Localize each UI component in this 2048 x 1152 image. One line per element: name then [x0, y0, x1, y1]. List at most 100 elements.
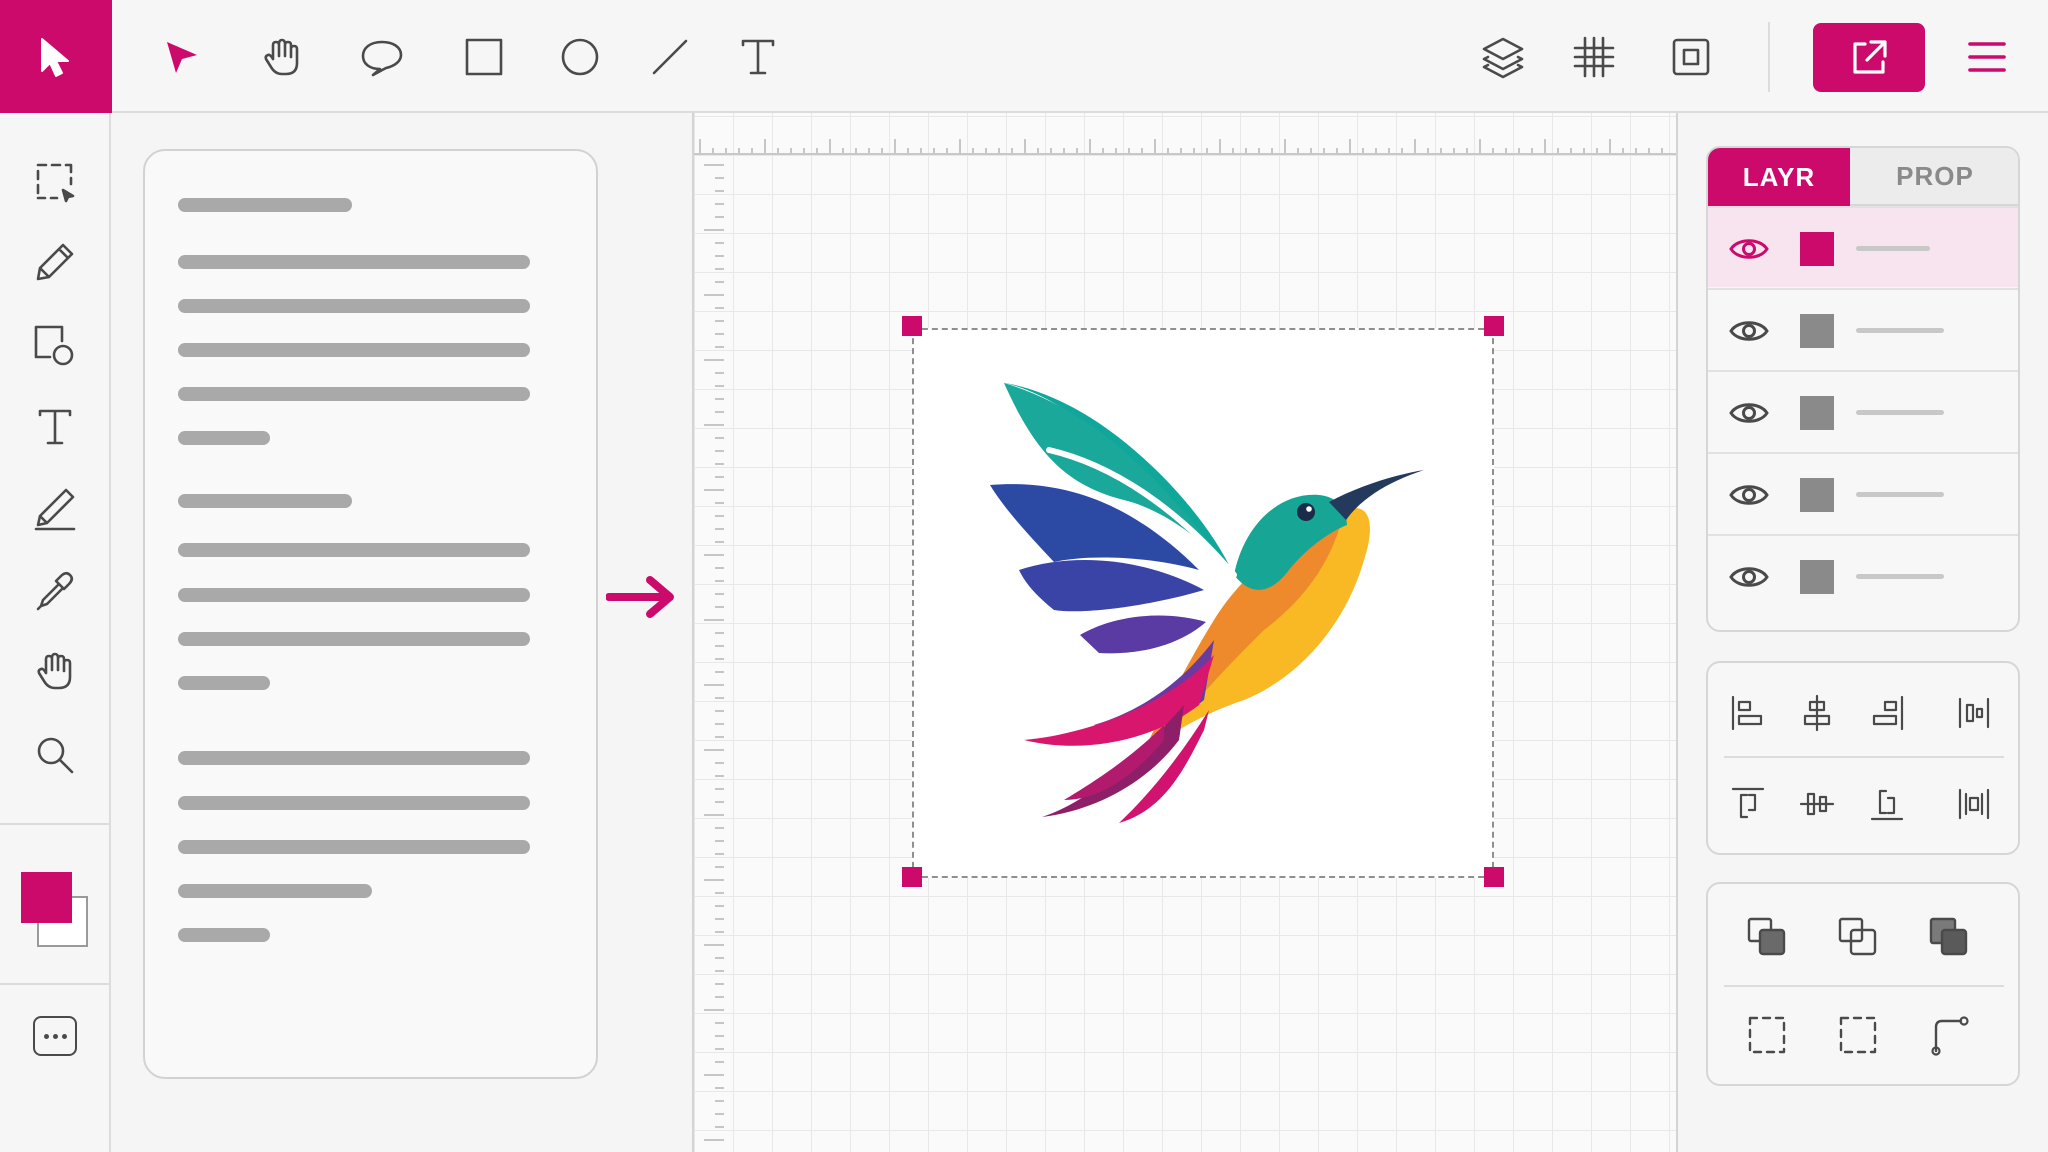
- align-bottom-icon: [1870, 789, 1904, 821]
- layer-thumbnail: [1800, 314, 1834, 348]
- text-line-placeholder: [178, 796, 530, 810]
- layer-row[interactable]: [1708, 206, 2018, 287]
- group-button[interactable]: [1744, 1012, 1790, 1058]
- layer-row[interactable]: [1708, 534, 2018, 615]
- left-toolbar: [0, 113, 111, 1152]
- frame-icon: [1672, 38, 1710, 76]
- align-left-button[interactable]: [1725, 690, 1771, 736]
- path-edit-button[interactable]: [1926, 1012, 1972, 1058]
- align-center-icon: [1803, 694, 1831, 732]
- eye-icon[interactable]: [1728, 396, 1770, 430]
- lasso-tool-button[interactable]: [355, 30, 409, 84]
- resize-handle-top-right[interactable]: [1484, 316, 1504, 336]
- align-right-icon: [1872, 695, 1904, 731]
- layer-name-placeholder: [1856, 574, 1944, 579]
- eye-icon[interactable]: [1728, 314, 1770, 348]
- text-line-placeholder: [178, 632, 530, 646]
- layer-row[interactable]: [1708, 370, 2018, 451]
- text-content-panel: [143, 149, 598, 1079]
- tab-properties[interactable]: PROP: [1850, 148, 2018, 206]
- align-right-button[interactable]: [1864, 690, 1910, 736]
- selected-artboard[interactable]: [912, 328, 1494, 878]
- tab-layers[interactable]: LAYR: [1708, 148, 1850, 206]
- union-button[interactable]: [1744, 914, 1790, 960]
- layer-thumbnail: [1800, 396, 1834, 430]
- external-link-icon: [1853, 39, 1887, 74]
- text-tool-button[interactable]: [731, 30, 785, 84]
- select-mode-button[interactable]: [0, 0, 112, 113]
- toolbar-divider: [0, 983, 111, 985]
- dashed-square-icon: [1839, 1016, 1877, 1054]
- shapes-icon: [34, 325, 74, 366]
- layers-icon: [1482, 37, 1524, 79]
- shapes-tool[interactable]: [27, 318, 83, 374]
- hand-tool[interactable]: [27, 643, 83, 699]
- text-line-placeholder: [178, 198, 352, 212]
- pencil-icon: [34, 488, 76, 531]
- resize-handle-bottom-left[interactable]: [902, 867, 922, 887]
- ellipse-tool-button[interactable]: [553, 30, 607, 84]
- intersect-button[interactable]: [1835, 914, 1881, 960]
- distribute-horizontal-button[interactable]: [1951, 690, 1997, 736]
- align-middle-vertical-button[interactable]: [1794, 781, 1840, 827]
- layer-name-placeholder: [1856, 328, 1944, 333]
- subtract-icon: [1929, 917, 1968, 956]
- align-middle-icon: [1799, 792, 1835, 816]
- grid-icon: [1573, 36, 1615, 78]
- text-icon: [38, 409, 72, 445]
- layer-thumbnail: [1800, 478, 1834, 512]
- text-line-placeholder: [178, 431, 270, 445]
- pointer-tool-button[interactable]: [154, 30, 208, 84]
- intersect-icon: [1838, 917, 1877, 956]
- distribute-vertical-icon: [1958, 788, 1990, 820]
- hamburger-menu-icon: [1968, 42, 2006, 72]
- align-bottom-button[interactable]: [1864, 781, 1910, 827]
- text-line-placeholder: [178, 299, 530, 313]
- line-tool-button[interactable]: [643, 30, 697, 84]
- magnifier-icon: [37, 737, 74, 774]
- distribute-vertical-button[interactable]: [1951, 781, 1997, 827]
- marquee-select-tool[interactable]: [27, 154, 83, 210]
- text-tool[interactable]: [27, 399, 83, 455]
- layer-thumbnail: [1800, 232, 1834, 266]
- rectangle-tool-button[interactable]: [457, 30, 511, 84]
- grid-view-button[interactable]: [1567, 30, 1621, 84]
- fill-color-swatch[interactable]: [21, 872, 72, 923]
- resize-handle-bottom-right[interactable]: [1484, 867, 1504, 887]
- text-line-placeholder: [178, 884, 372, 898]
- line-icon: [652, 39, 688, 75]
- layer-row[interactable]: [1708, 288, 2018, 369]
- panel-divider: [1724, 756, 2004, 758]
- align-panel: [1706, 661, 2020, 855]
- eye-icon[interactable]: [1728, 478, 1770, 512]
- layer-name-placeholder: [1856, 246, 1930, 251]
- frame-view-button[interactable]: [1664, 30, 1718, 84]
- layer-row[interactable]: [1708, 452, 2018, 533]
- eyedropper-tool[interactable]: [27, 562, 83, 618]
- text-line-placeholder: [178, 840, 530, 854]
- panel-divider: [1724, 985, 2004, 987]
- pen-tool[interactable]: [27, 234, 83, 290]
- resize-handle-top-left[interactable]: [902, 316, 922, 336]
- more-tools-button[interactable]: [33, 1016, 77, 1056]
- text-line-placeholder: [178, 588, 530, 602]
- align-top-button[interactable]: [1725, 781, 1771, 827]
- ungroup-button[interactable]: [1835, 1012, 1881, 1058]
- align-center-horizontal-button[interactable]: [1794, 690, 1840, 736]
- subtract-button[interactable]: [1926, 914, 1972, 960]
- main-menu-button[interactable]: [1962, 30, 2012, 84]
- text-icon: [741, 39, 775, 75]
- cursor-arrow-icon: [41, 37, 69, 77]
- hummingbird-illustration: [990, 383, 1424, 823]
- export-button[interactable]: [1813, 23, 1925, 92]
- layer-name-placeholder: [1856, 492, 1944, 497]
- eye-icon[interactable]: [1728, 560, 1770, 594]
- toolbar-divider: [1768, 22, 1770, 92]
- hand-tool-button[interactable]: [255, 30, 309, 84]
- arrow-right-icon: [606, 576, 674, 618]
- layers-view-button[interactable]: [1476, 30, 1530, 84]
- eye-icon[interactable]: [1728, 232, 1770, 266]
- zoom-tool[interactable]: [27, 727, 83, 783]
- pencil-tool[interactable]: [27, 481, 83, 537]
- union-icon: [1747, 917, 1786, 956]
